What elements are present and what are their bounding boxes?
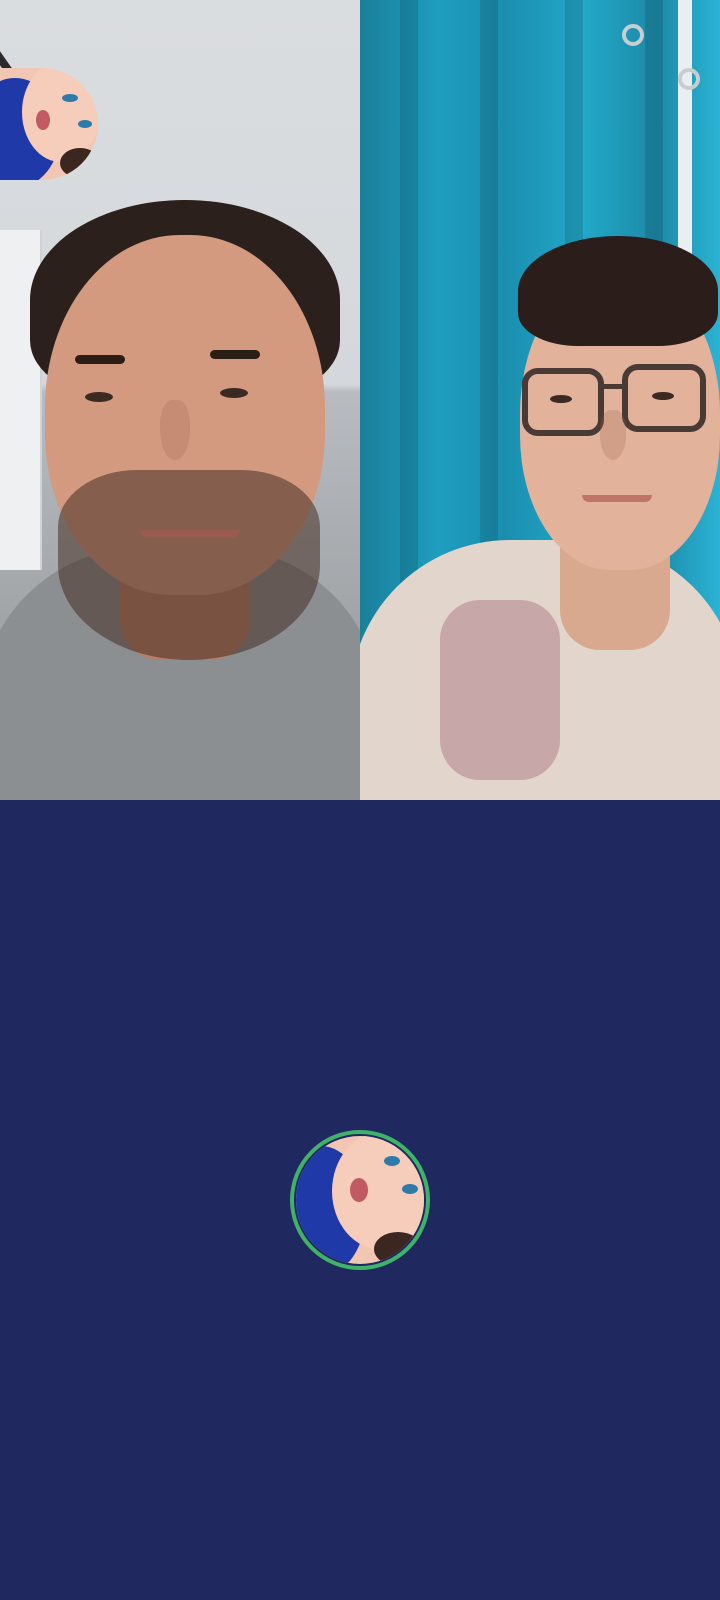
video-call-screen [0, 0, 720, 1600]
active-speaker-avatar[interactable] [296, 1136, 424, 1264]
self-preview-avatar[interactable] [0, 68, 98, 180]
participant-video-grid [0, 0, 720, 800]
participant-right-figure [360, 0, 720, 800]
participant-video-tile-right[interactable] [360, 0, 720, 800]
